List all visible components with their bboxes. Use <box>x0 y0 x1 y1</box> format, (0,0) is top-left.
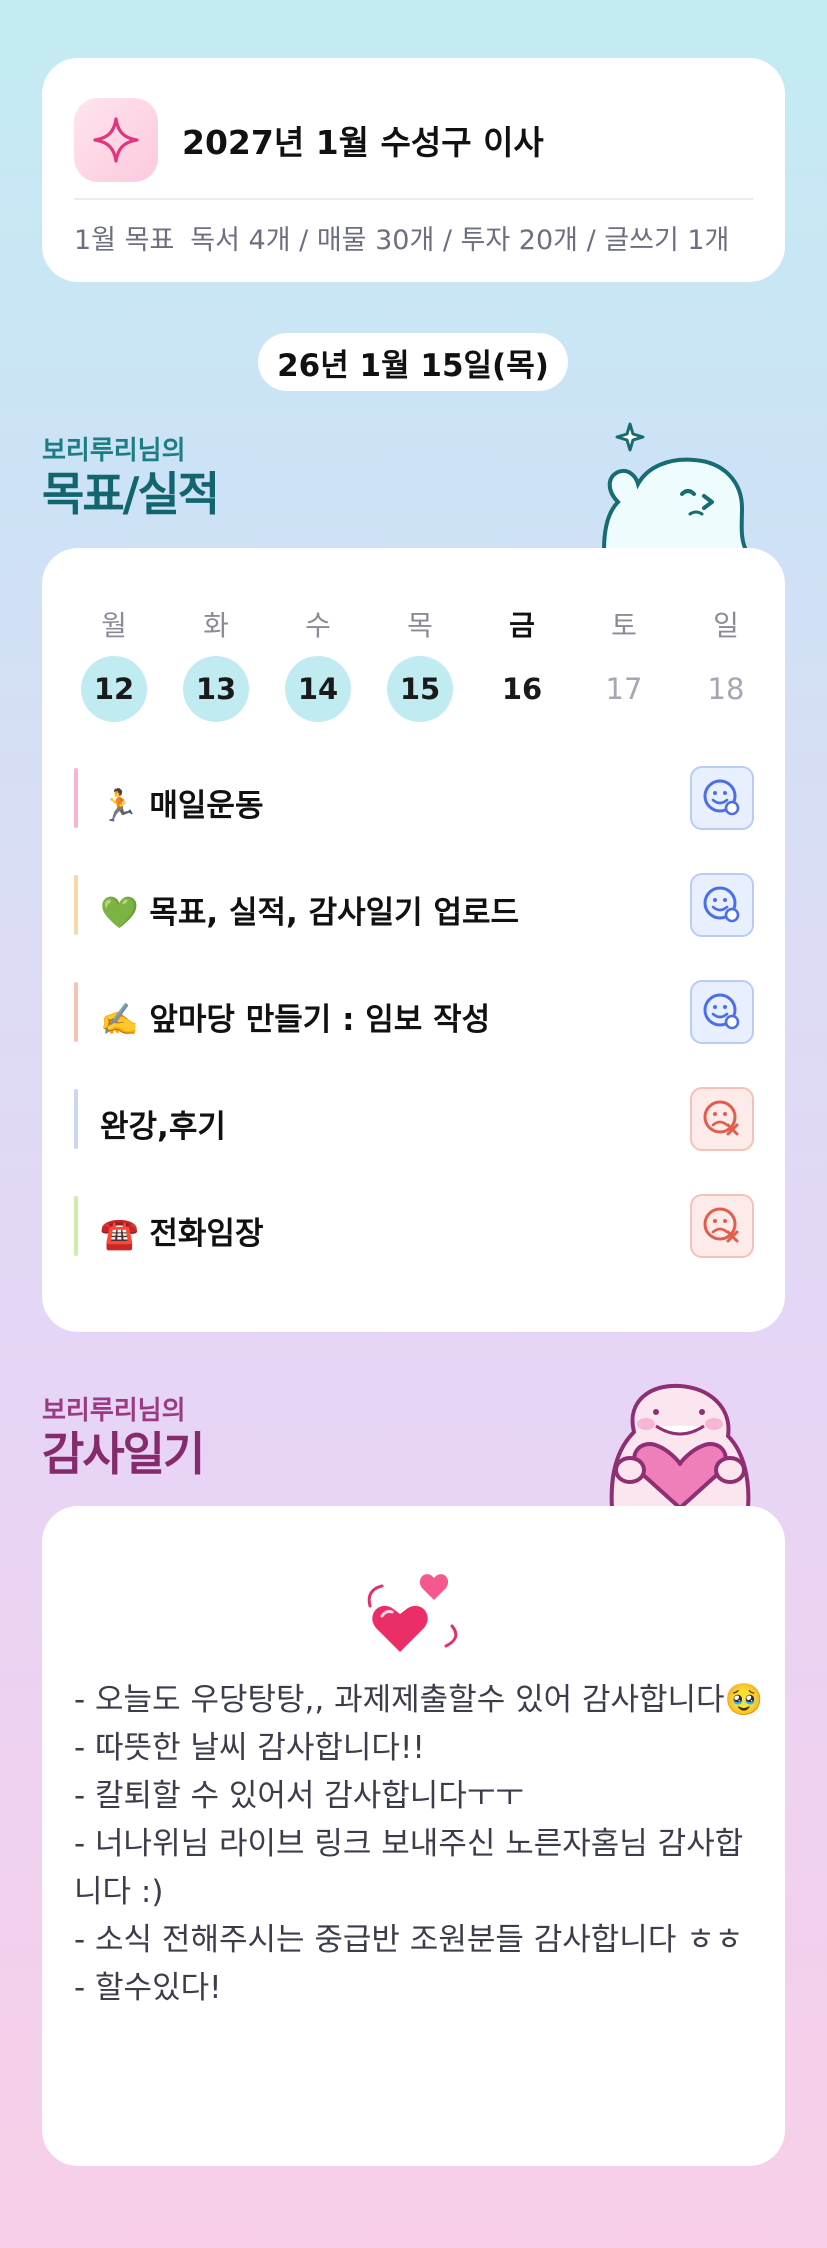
task-label: ✍️ 앞마당 만들기 : 임보 작성 <box>100 1002 491 1038</box>
gratitude-line: - 소식 전해주시는 중급반 조원분들 감사합니다 ㅎㅎ <box>74 1922 744 1958</box>
date-pill: 26년 1월 15일(목) <box>258 333 568 391</box>
gratitude-text: - 오늘도 우당탕탕,, 과제제출할수 있어 감사합니다🥹 - 따뜻한 날씨 감… <box>74 1676 764 2012</box>
date-cell[interactable]: 14 <box>285 656 351 722</box>
date-cell[interactable]: 15 <box>387 656 453 722</box>
mascot-ghost-illustration <box>601 422 749 550</box>
smile-check-icon[interactable] <box>690 873 754 937</box>
smile-check-icon[interactable] <box>690 980 754 1044</box>
smile-check-icon[interactable] <box>690 766 754 830</box>
monthly-goal-label: 1월 목표 <box>74 225 175 256</box>
task-color-bar <box>74 982 78 1042</box>
date-cell[interactable]: 12 <box>81 656 147 722</box>
task-item[interactable]: ✍️ 앞마당 만들기 : 임보 작성 <box>74 976 754 1048</box>
gratitude-line: - 할수있다! <box>74 1970 222 2006</box>
task-color-bar <box>74 875 78 935</box>
task-color-bar <box>74 1196 78 1256</box>
weekday-mon: 월 <box>101 609 127 642</box>
task-label: ☎️ 전화임장 <box>100 1216 264 1252</box>
task-color-bar <box>74 1089 78 1149</box>
frown-x-icon[interactable] <box>690 1087 754 1151</box>
goals-title: 목표/실적 <box>42 467 220 521</box>
weekday-sat: 토 <box>611 609 637 642</box>
task-item[interactable]: 🏃 매일운동 <box>74 762 754 834</box>
task-label: 💚 목표, 실적, 감사일기 업로드 <box>100 895 520 931</box>
date-cell[interactable]: 17 <box>591 656 657 722</box>
mascot-heart-illustration <box>609 1383 751 1508</box>
gratitude-card: - 오늘도 우당탕탕,, 과제제출할수 있어 감사합니다🥹 - 따뜻한 날씨 감… <box>42 1506 785 2166</box>
gratitude-title: 감사일기 <box>42 1427 205 1481</box>
hearts-icon <box>367 1574 458 1652</box>
task-color-bar <box>74 768 78 828</box>
frown-x-icon[interactable] <box>690 1194 754 1258</box>
task-label: 🏃 매일운동 <box>100 788 264 824</box>
gratitude-line: - 너나위님 라이브 링크 보내주신 노른자홈님 감사합니다 :) <box>74 1826 744 1910</box>
date-cell-today[interactable]: 16 <box>489 656 555 722</box>
task-item[interactable]: 💚 목표, 실적, 감사일기 업로드 <box>74 869 754 941</box>
weekday-thu: 목 <box>407 609 433 642</box>
gratitude-line: - 따뜻한 날씨 감사합니다!! <box>74 1730 425 1766</box>
weekday-tue: 화 <box>203 609 229 642</box>
sparkle-icon <box>74 98 158 182</box>
task-item[interactable]: ☎️ 전화임장 <box>74 1190 754 1262</box>
date-cell[interactable]: 13 <box>183 656 249 722</box>
gratitude-line: - 오늘도 우당탕탕,, 과제제출할수 있어 감사합니다🥹 <box>74 1682 764 1718</box>
goal-card: 2027년 1월 수성구 이사 1월 목표 독서 4개 / 매물 30개 / 투자… <box>42 58 785 282</box>
task-label: 완강,후기 <box>100 1109 226 1145</box>
weekday-fri: 금 <box>509 609 535 642</box>
weekday-sun: 일 <box>713 609 739 642</box>
task-item[interactable]: 완강,후기 <box>74 1083 754 1155</box>
goals-card: 월 화 수 목 금 토 일 12 13 14 15 16 17 18 🏃 매일운… <box>42 548 785 1332</box>
weekday-wed: 수 <box>305 609 331 642</box>
date-cell[interactable]: 18 <box>693 656 759 722</box>
monthly-goal: 1월 목표 독서 4개 / 매물 30개 / 투자 20개 / 글쓰기 1개 <box>74 218 729 257</box>
divider <box>74 198 753 200</box>
goal-title: 2027년 1월 수성구 이사 <box>182 123 544 162</box>
gratitude-line: - 칼퇴할 수 있어서 감사합니다ㅜㅜ <box>74 1778 524 1814</box>
monthly-goal-text: 독서 4개 / 매물 30개 / 투자 20개 / 글쓰기 1개 <box>190 225 730 256</box>
